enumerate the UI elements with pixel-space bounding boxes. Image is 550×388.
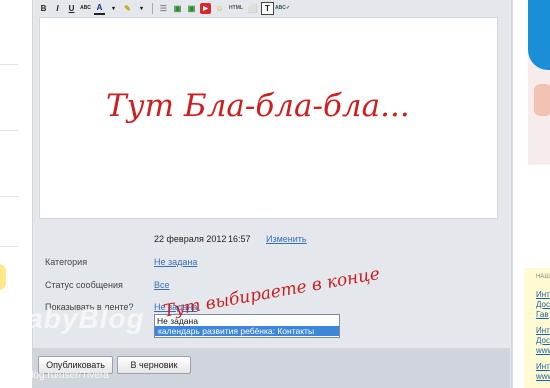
sidebar-heading: НАШ xyxy=(536,274,550,280)
sidebar-link[interactable]: Инт xyxy=(536,362,550,371)
sidebar-link[interactable]: www xyxy=(536,372,550,381)
post-date: 22 февраля 2012 xyxy=(154,234,227,244)
sidebar-link[interactable]: Дос xyxy=(536,300,550,309)
font-color-button[interactable]: A xyxy=(94,2,105,15)
watermark-url: babyblog.ru/user/Tivera xyxy=(4,370,109,381)
image-upload-icon[interactable]: ▣ xyxy=(186,3,197,14)
status-link[interactable]: Все xyxy=(154,280,170,290)
dropdown-arrow-icon[interactable]: ▾ xyxy=(108,3,119,14)
sidebar-border xyxy=(512,0,513,388)
sidebar-link[interactable]: Инт xyxy=(536,326,550,335)
sidebar-link[interactable]: Дос xyxy=(536,336,550,345)
divider xyxy=(0,64,18,65)
dropdown-option-selected[interactable]: календарь развития ребёнка: Контакты xyxy=(155,326,339,336)
category-label: Категория xyxy=(45,257,88,267)
youtube-icon[interactable]: ▶ xyxy=(200,2,211,14)
ad-hand-image xyxy=(534,84,550,116)
spellcheck-icon[interactable]: ABC✓ xyxy=(275,3,290,14)
quote-icon[interactable]: ☰ xyxy=(158,3,169,14)
post-time: 16:57 xyxy=(228,234,251,244)
dropdown-arrow-icon[interactable]: ▾ xyxy=(136,3,147,14)
image-icon[interactable]: ▣ xyxy=(172,3,183,14)
divider xyxy=(0,246,18,247)
divider xyxy=(0,130,18,131)
sidebar-link[interactable]: www xyxy=(536,346,550,355)
sidebar-link[interactable]: Инт xyxy=(536,290,550,299)
sidebar-link[interactable]: Гав xyxy=(536,310,549,319)
text-mode-icon[interactable]: T xyxy=(261,1,274,15)
bold-button[interactable]: B xyxy=(38,3,49,14)
left-bubble xyxy=(0,264,6,290)
smiley-icon[interactable]: ☺ xyxy=(214,3,225,14)
status-label: Статус сообщения xyxy=(45,280,123,290)
editor-area[interactable]: Тут Бла-бла-бла... xyxy=(39,17,498,219)
ad-banner[interactable] xyxy=(528,0,550,70)
highlight-icon[interactable]: ✎ xyxy=(122,3,133,14)
toolbar-divider xyxy=(152,2,153,14)
divider xyxy=(0,196,18,197)
italic-button[interactable]: I xyxy=(52,3,63,14)
strike-button[interactable]: ABC xyxy=(80,3,91,14)
draft-button[interactable]: В черновик xyxy=(117,356,191,374)
html-icon[interactable]: HTML xyxy=(228,3,244,14)
watermark-logo: BabyBlog xyxy=(6,303,145,334)
editor-text: Тут Бла-бла-бла... xyxy=(106,88,410,124)
editor-toolbar: B I U ABC A ▾ ✎ ▾ ☰ ▣ ▣ ▶ ☺ HTML ⬜ T ABC… xyxy=(38,0,498,16)
category-link[interactable]: Не задана xyxy=(154,257,197,267)
change-date-link[interactable]: Изменить xyxy=(266,234,307,244)
underline-button[interactable]: U xyxy=(66,3,77,14)
user-icon[interactable]: ⬜ xyxy=(247,3,258,14)
